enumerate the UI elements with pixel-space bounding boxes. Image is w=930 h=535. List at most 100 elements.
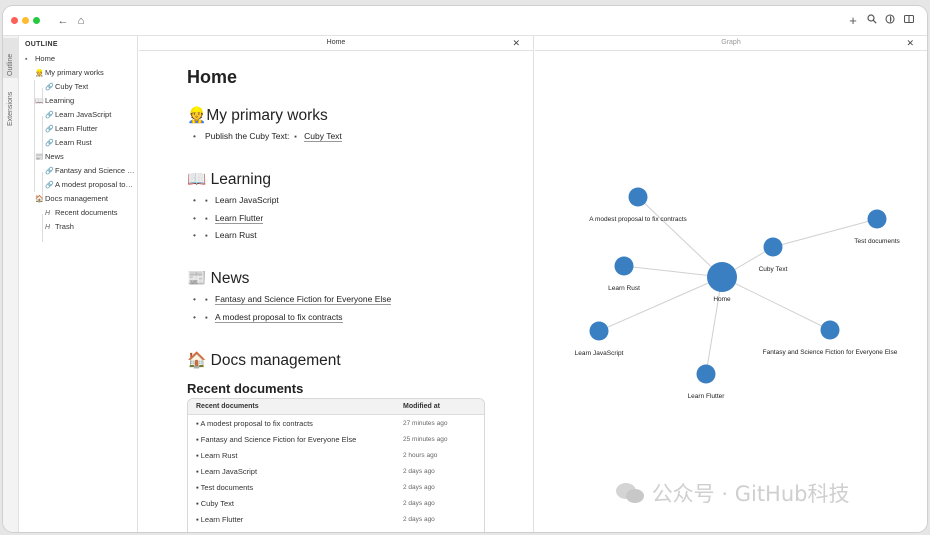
graph-node-test[interactable] [867, 209, 887, 229]
learn-rust-link[interactable]: Learn Rust [215, 230, 257, 240]
graph-label-js: Learn JavaScript [575, 350, 624, 357]
outline-item-learning[interactable]: 📖Learning [35, 94, 135, 108]
tab-extensions[interactable]: Extensions [3, 82, 19, 130]
table-row[interactable]: ▪ Learn Rust 2 hours ago [188, 448, 484, 464]
house-emoji-icon: 🏠 [35, 196, 44, 203]
proposal-link[interactable]: A modest proposal to fix contracts [215, 312, 343, 323]
doc-icon: ▪ [294, 132, 297, 141]
doc-icon: ▪ [205, 295, 208, 304]
outline-item-js[interactable]: 🔗Learn JavaScript [45, 108, 135, 122]
book-emoji-icon: 📖 [35, 98, 44, 105]
minimize-window-button[interactable] [22, 17, 29, 24]
table-row[interactable]: ▪ Test documents 2 days ago [188, 480, 484, 496]
link-icon: 🔗 [45, 112, 54, 119]
graph-node-js[interactable] [589, 321, 609, 341]
graph-edges [598, 196, 878, 375]
home-tab-title: Home [326, 39, 346, 46]
learn-flutter-link[interactable]: Learn Flutter [215, 213, 264, 224]
table-row[interactable]: ▪ Cuby Text 2 days ago [188, 496, 484, 512]
graph-node-home[interactable] [707, 262, 737, 292]
outline-item-proposal[interactable]: 🔗A modest proposal to fix contracts [45, 178, 135, 192]
outline-item-label: Learn JavaScript [55, 110, 112, 119]
list-item: • ▪ A modest proposal to fix contracts [193, 312, 343, 323]
outline-item-label: Learning [45, 96, 75, 105]
plus-icon[interactable]: + [846, 14, 860, 28]
back-icon[interactable]: ← [56, 14, 70, 28]
cuby-text-link[interactable]: Cuby Text [304, 131, 342, 142]
heading-icon: H [45, 224, 51, 231]
row-modified: 2 days ago [403, 516, 435, 523]
graph-tab-header[interactable]: Graph ✕ [535, 36, 927, 51]
table-row[interactable]: ▪ A modest proposal to fix contracts 27 m… [188, 416, 484, 432]
outline-item-label: News [45, 152, 64, 161]
list-item: • ▪ Fantasy and Science Fiction for Everyo… [193, 294, 392, 305]
section-heading-news: 📰 News [187, 269, 249, 288]
outline-item-news[interactable]: 📰News [35, 150, 135, 164]
outline-item-label: Learn Flutter [55, 124, 98, 133]
graph-canvas[interactable]: Home A modest proposal to fix contracts … [535, 51, 927, 531]
row-title: Cuby Text [200, 499, 234, 508]
row-title: Fantasy and Science Fiction for Everyone… [200, 435, 357, 444]
list-item: • ▪ Learn Flutter [193, 213, 264, 224]
outline-item-recent[interactable]: H Recent documents [45, 206, 135, 220]
tab-outline[interactable]: Outline [3, 38, 19, 78]
outline-item-home[interactable]: ▪ Home [25, 52, 135, 66]
outline-item-label: My primary works [45, 68, 104, 77]
fantasy-link[interactable]: Fantasy and Science Fiction for Everyone… [215, 294, 392, 305]
graph-node-rust[interactable] [614, 256, 634, 276]
column-header-document[interactable]: Recent documents [196, 399, 259, 415]
outline-item-label: Home [35, 54, 56, 63]
graph-node-flutter[interactable] [696, 364, 716, 384]
graph-node-fantasy[interactable] [820, 320, 840, 340]
section-heading-text: News [210, 270, 250, 287]
outline-item-label: Recent documents [55, 208, 118, 217]
home-tab-header[interactable]: Home ✕ [139, 36, 533, 51]
outline-item-works[interactable]: 👷My primary works [35, 66, 135, 80]
heading-icon: H [45, 210, 51, 217]
outline-item-docs[interactable]: 🏠Docs management [35, 192, 135, 206]
worker-emoji-icon: 👷 [187, 107, 207, 124]
close-icon[interactable]: ✕ [906, 36, 914, 50]
link-icon: 🔗 [45, 182, 54, 189]
graph-node-cuby[interactable] [763, 237, 783, 257]
split-view-icon[interactable] [902, 14, 916, 28]
row-modified: 2 hours ago [403, 452, 438, 459]
newspaper-emoji-icon: 📰 [187, 270, 207, 287]
outline-item-label: Trash [55, 222, 74, 231]
outline-item-cuby[interactable]: 🔗Cuby Text [45, 80, 135, 94]
row-title: Test documents [200, 483, 254, 492]
outline-item-label: Cuby Text [55, 82, 89, 91]
list-item: • ▪ Learn JavaScript [193, 195, 279, 205]
column-header-modified[interactable]: Modified at [403, 399, 440, 415]
table-row[interactable]: ▪ Fantasy and Science Fiction for Everyo… [188, 432, 484, 448]
zoom-window-button[interactable] [33, 17, 40, 24]
doc-icon: ▪ [25, 56, 28, 63]
app-window: ← ⌂ + Outline Extensions OUTLINE ▪ Home 👷… [3, 6, 927, 532]
graph-tab-title: Graph [721, 39, 741, 46]
learn-js-link[interactable]: Learn JavaScript [215, 195, 279, 205]
outline-item-rust[interactable]: 🔗Learn Rust [45, 136, 135, 150]
outline-item-trash[interactable]: H Trash [45, 220, 135, 234]
wechat-logo-icon [616, 483, 644, 503]
table-row[interactable]: ▪ Learn Flutter 2 days ago [188, 512, 484, 528]
graph-label-cuby: Cuby Text [759, 266, 788, 273]
outline-item-label: Docs management [45, 194, 108, 203]
section-heading-text: Docs management [210, 352, 341, 369]
graph-node-proposal[interactable] [628, 187, 648, 207]
doc-icon: ▪ [205, 214, 208, 223]
outline-panel: OUTLINE ▪ Home 👷My primary works 🔗Cuby Te… [19, 36, 138, 532]
row-modified: 25 minutes ago [403, 436, 448, 443]
recent-documents-table: Recent documents Modified at ▪ A modest … [187, 398, 485, 532]
globe-icon[interactable] [883, 14, 897, 28]
close-window-button[interactable] [11, 17, 18, 24]
close-icon[interactable]: ✕ [512, 36, 520, 50]
tab-extensions-label: Extensions [7, 91, 14, 126]
table-row[interactable]: ▪ Learn JavaScript 2 days ago [188, 464, 484, 480]
outline-item-fantasy[interactable]: 🔗Fantasy and Science Fiction for Everyon… [45, 164, 135, 178]
graph-pane: Graph ✕ Home A modest proposal to fix co… [535, 36, 927, 532]
outline-title: OUTLINE [25, 41, 58, 48]
home-icon[interactable]: ⌂ [74, 14, 88, 28]
search-icon[interactable] [865, 14, 879, 28]
house-emoji-icon: 🏠 [187, 352, 207, 369]
outline-item-flutter[interactable]: 🔗Learn Flutter [45, 122, 135, 136]
